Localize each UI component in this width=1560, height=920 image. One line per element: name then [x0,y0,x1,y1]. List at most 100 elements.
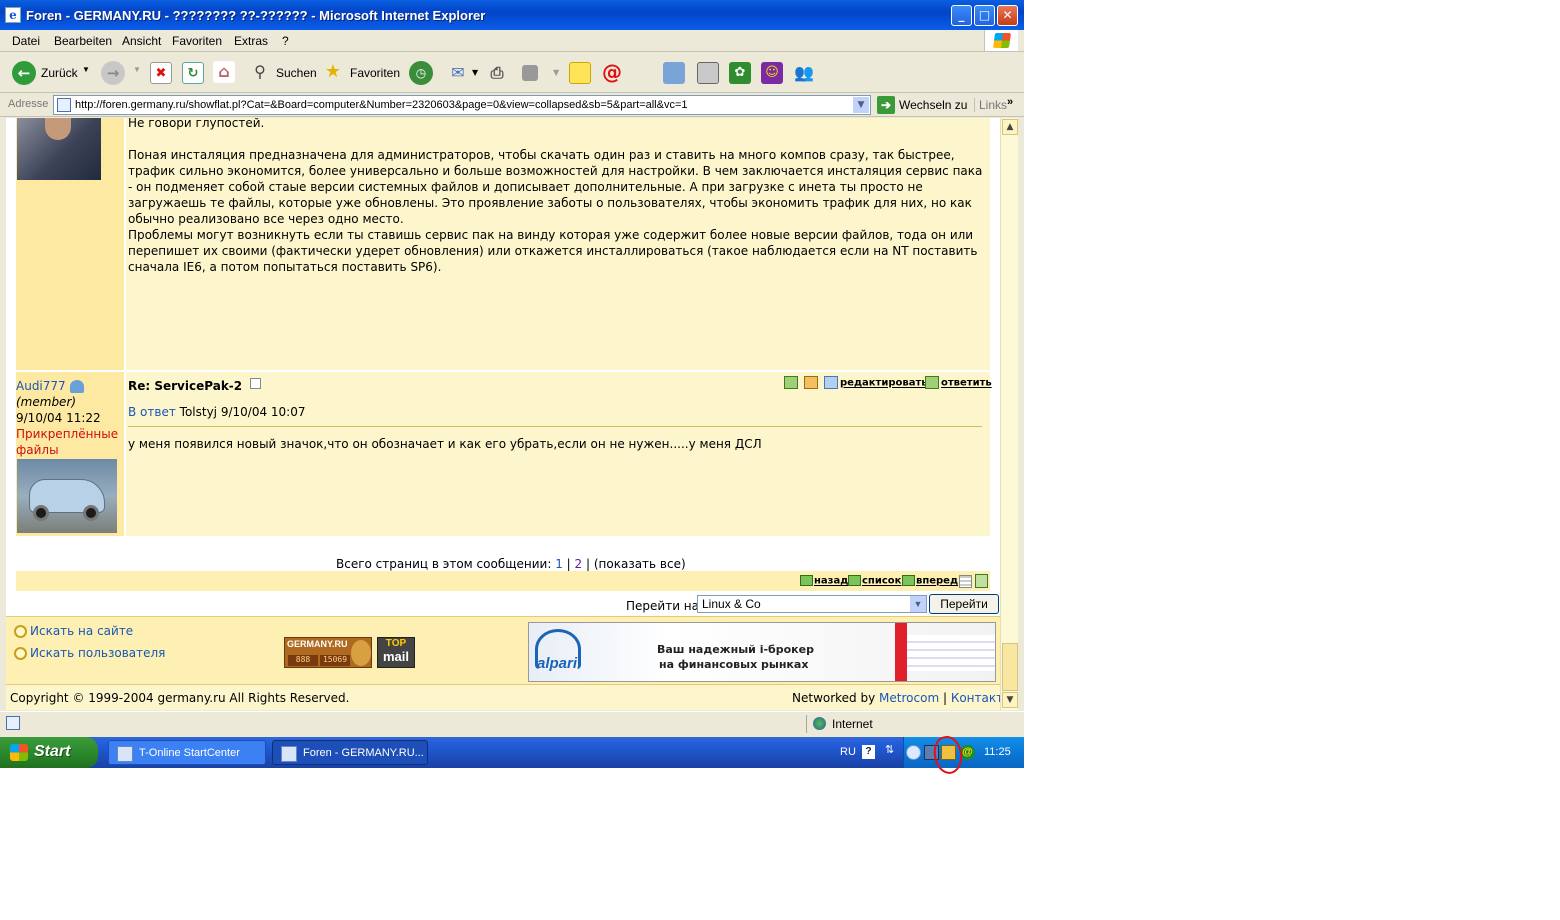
footer-box: Искать на сайте Искать пользователя GERM… [6,616,1000,684]
search-users-link[interactable]: Искать пользователя [14,645,165,661]
edit-icon[interactable] [522,65,538,81]
post1-paragraph: Проблемы могут возникнуть если ты ставиш… [128,228,978,274]
search-icon [14,647,27,660]
search-button[interactable]: ⚲ Suchen [249,61,317,85]
research-icon[interactable] [663,62,685,84]
title-bar[interactable]: e Foren - GERMANY.RU - ???????? ??-?????… [0,0,1024,30]
system-tray: @ 11:25 [903,737,1024,768]
help-icon[interactable]: ? [862,745,875,759]
select-dropdown-icon[interactable]: ▼ [910,596,926,612]
reply-to-link[interactable]: В ответ [128,405,176,419]
history-icon[interactable]: ◷ [409,61,433,85]
jump-label: Перейти на [626,599,700,613]
up-arrow-icon [848,575,861,586]
add-contact-button[interactable] [784,376,800,390]
menu-bearbeiten[interactable]: Bearbeiten [54,34,112,48]
attachments-link[interactable]: Прикреплённые файлы [16,426,122,458]
previous-button[interactable]: назад [800,575,848,589]
flat-view-icon[interactable] [959,575,972,588]
scroll-down-icon[interactable]: ▼ [1002,692,1018,708]
address-url[interactable]: http://foren.germany.ru/showflat.pl?Cat=… [75,99,688,111]
vertical-scrollbar[interactable]: ▲ ▼ [1000,118,1018,710]
post-author-role: (member) [16,395,77,409]
user-profile-icon[interactable] [69,380,84,393]
post-author[interactable]: Audi777 [16,379,66,393]
windows-logo-icon [984,30,1018,51]
search-site-link[interactable]: Искать на сайте [14,623,133,639]
topmail-badge[interactable]: TOP mail [377,637,415,668]
address-field[interactable]: http://foren.germany.ru/showflat.pl?Cat=… [53,95,871,115]
badge-seal-icon [351,640,371,666]
post1-paragraph: Поная инсталяция предназначена для админ… [128,148,983,226]
forum-select[interactable]: Linux & Co ▼ [697,595,927,613]
links-label[interactable]: Links [974,98,1007,112]
copyright-text: Copyright © 1999-2004 germany.ru All Rig… [10,691,350,705]
threaded-view-icon[interactable] [975,574,988,588]
links-chevron-icon[interactable]: » [1007,96,1013,108]
mail-icon[interactable]: ✉ [447,62,469,84]
back-button[interactable]: ← Zurück ▼ [12,61,96,85]
yahoo-messenger-icon[interactable]: ☺ [761,62,783,84]
refresh-icon[interactable]: ↻ [182,62,204,84]
back-dropdown-icon[interactable]: ▼ [82,65,90,74]
show-hidden-icons-icon[interactable] [906,745,921,760]
go-button[interactable]: Wechseln zu [899,98,967,112]
post1-line: Не говори глупостей. [128,118,265,130]
close-button[interactable]: ✕ [997,5,1018,26]
notes-icon[interactable] [569,62,591,84]
show-all-link[interactable]: (показать все) [594,557,686,571]
copy-icon[interactable] [697,62,719,84]
contact-link[interactable]: Контакт [951,691,1000,705]
internet-globe-icon [813,717,826,730]
start-button[interactable]: Start [0,737,98,768]
mail-dropdown-icon[interactable]: ▼ [472,68,478,77]
edit-pencil-icon [824,376,838,389]
forward-dropdown-icon[interactable]: ▼ [133,65,141,74]
go-arrow-icon[interactable]: ➔ [877,96,895,114]
mark-checkbox-icon[interactable] [250,378,262,389]
avatar [17,118,101,180]
scroll-thumb[interactable] [1002,643,1018,691]
alpari-banner[interactable]: alpari Ваш надежный i-брокер на финансов… [528,622,996,682]
print-icon [804,376,818,389]
metrocom-link[interactable]: Metrocom [879,691,939,705]
stop-icon[interactable]: ✖ [150,62,172,84]
menu-help[interactable]: ? [282,34,289,48]
at-tray-icon[interactable]: @ [960,745,975,760]
post-text: у меня появился новый значок,что он обоз… [128,437,762,451]
edit-dropdown-icon[interactable]: ▼ [553,68,559,77]
back-arrow-icon [800,575,813,586]
menu-bar: Datei Bearbeiten Ansicht Favoriten Extra… [0,30,1024,52]
maximize-button[interactable]: □ [974,5,995,26]
scroll-up-icon[interactable]: ▲ [1002,119,1018,135]
language-indicator[interactable]: RU [840,746,856,758]
network-arrows-icon[interactable]: ⇅ [885,743,894,756]
task-ie-foren[interactable]: Foren - GERMANY.RU... [272,740,428,765]
icq-icon[interactable]: ✿ [729,62,751,84]
page-link-1[interactable]: 1 [555,557,563,571]
list-button[interactable]: список [848,575,901,589]
reply-button[interactable]: ответить [925,376,992,390]
window-title: Foren - GERMANY.RU - ???????? ??-?????? … [26,8,486,23]
favorites-button[interactable]: ★ Favoriten [322,61,402,85]
address-dropdown-icon[interactable]: ▼ [853,97,869,113]
menu-datei[interactable]: Datei [12,34,40,48]
home-icon[interactable]: ⌂ [213,61,235,83]
task-tonline[interactable]: T-Online StartCenter [108,740,266,765]
germany-ru-counter-badge[interactable]: GERMANY.RU 888 15069 [284,637,372,668]
print-post-button[interactable] [804,376,820,390]
edit-post-button[interactable]: редактировать [824,376,928,390]
add-contact-icon [784,376,798,389]
jump-button[interactable]: Перейти [929,594,999,614]
at-mail-icon[interactable]: @ [601,61,623,83]
next-button[interactable]: вперед [902,575,958,589]
reply-icon [925,376,939,389]
messenger-icon[interactable]: 👥 [793,62,815,84]
minimize-button[interactable]: _ [951,5,972,26]
page-link-2[interactable]: 2 [575,557,583,571]
print-icon[interactable]: ⎙ [486,62,508,84]
menu-favoriten[interactable]: Favoriten [172,34,222,48]
menu-extras[interactable]: Extras [234,34,268,48]
menu-ansicht[interactable]: Ansicht [122,34,161,48]
forward-button[interactable]: → ▼ [101,61,141,85]
